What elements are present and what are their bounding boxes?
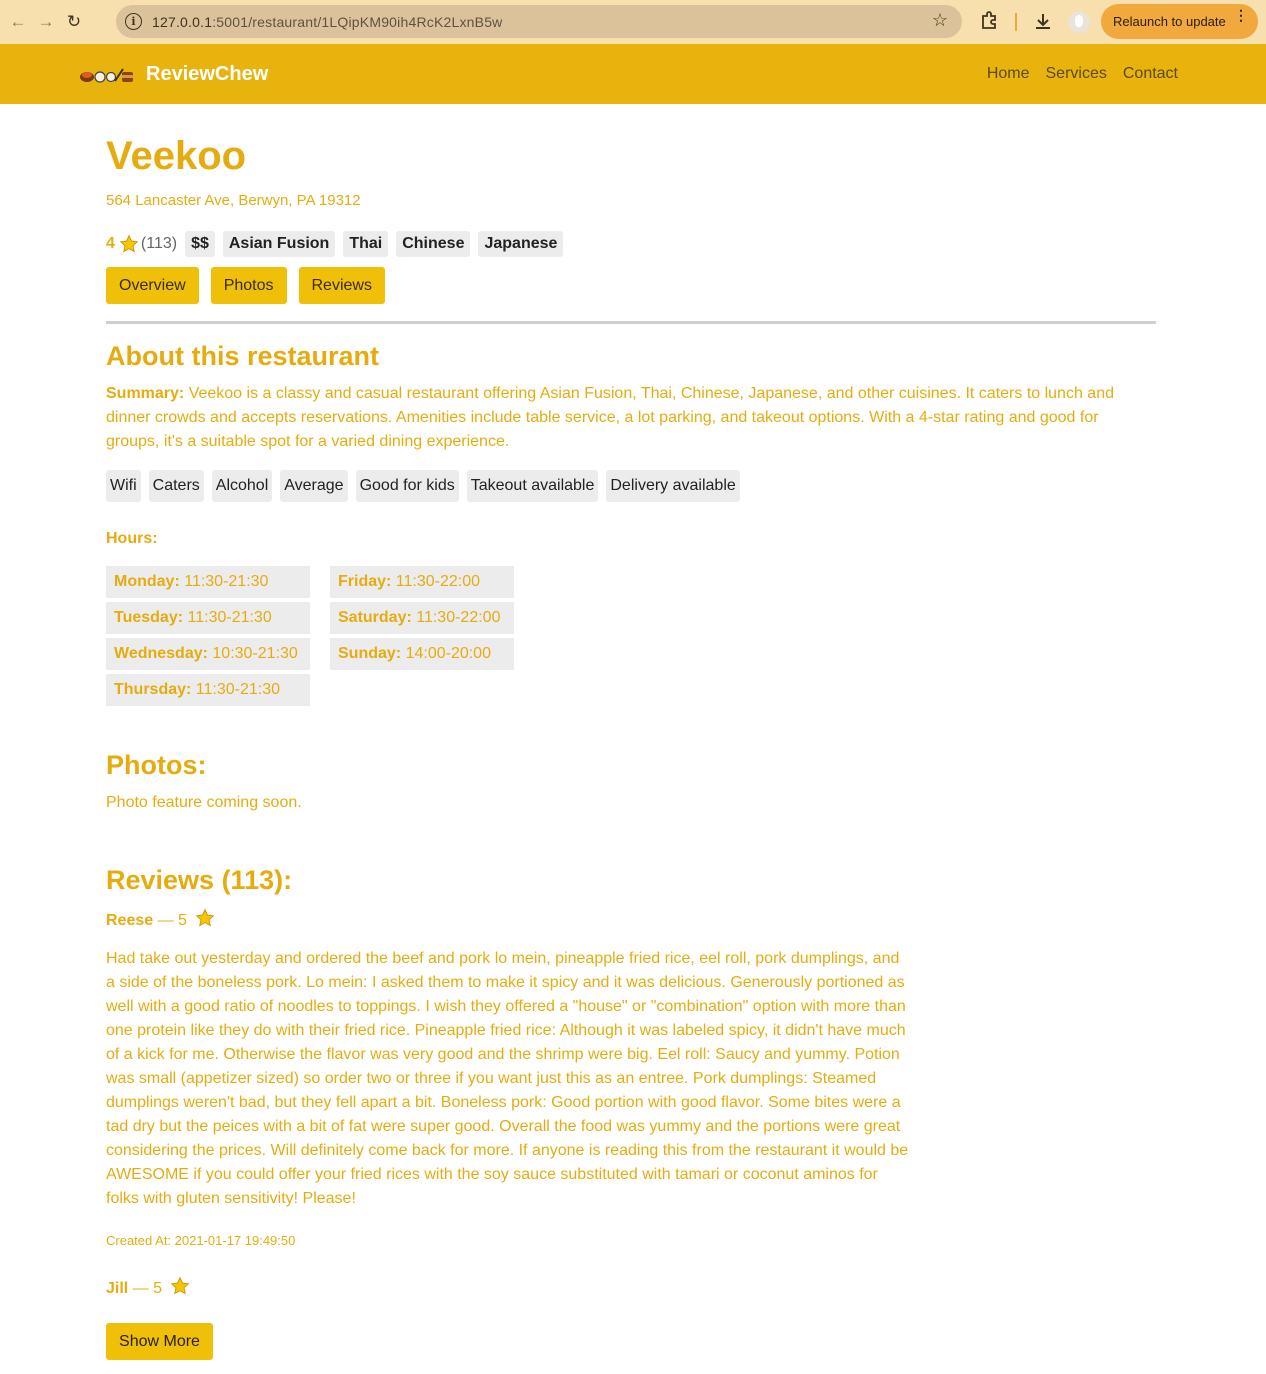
day-time: 14:00-20:00 — [401, 645, 491, 662]
day-label: Tuesday: — [114, 609, 184, 626]
site-navbar: ReviewChew Home Services Contact — [0, 44, 1266, 104]
category-badge: Chinese — [396, 231, 471, 257]
category-badge: Asian Fusion — [222, 231, 336, 257]
hours-grid: Monday: 11:30-21:30 Tuesday: 11:30-21:30… — [106, 566, 514, 706]
browser-toolbar: ← → ↻ i 127.0.0.1:5001/restaurant/1LQipK… — [0, 0, 1266, 44]
tab-reviews[interactable]: Reviews — [298, 267, 385, 304]
day-time: 11:30-22:00 — [391, 573, 481, 590]
review-rating: — 5 — [128, 1280, 163, 1297]
day-label: Friday: — [338, 573, 392, 590]
about-heading: About this restaurant — [106, 341, 380, 371]
section-tabs: Overview Photos Reviews — [106, 267, 385, 304]
review-header: Reese — 5 — [106, 908, 217, 930]
photos-note: Photo feature coming soon. — [106, 794, 302, 811]
review-header: Jill — 5 — [106, 1276, 192, 1298]
hours-row-thursday: Thursday: 11:30-21:30 — [106, 674, 310, 706]
restaurant-address: 564 Lancaster Ave, Berwyn, PA 19312 — [106, 192, 361, 209]
tab-photos[interactable]: Photos — [210, 267, 287, 304]
reviews-heading: Reviews (113): — [106, 865, 293, 895]
day-time: 11:30-22:00 — [411, 609, 501, 626]
forward-arrow-icon[interactable]: → — [32, 8, 60, 36]
nav-link-home[interactable]: Home — [987, 65, 1030, 83]
day-label: Monday: — [114, 573, 180, 590]
url-path: :5001/restaurant/1LQipKM90ih4RcK2LxnB5w — [212, 13, 503, 30]
nav-link-services[interactable]: Services — [1046, 65, 1107, 83]
hours-row-saturday: Saturday: 11:30-22:00 — [330, 602, 514, 634]
day-label: Sunday: — [338, 645, 402, 662]
day-label: Wednesday: — [114, 645, 208, 662]
category-badge: Japanese — [478, 231, 564, 257]
review-rating: — 5 — [153, 912, 187, 929]
hours-label: Hours: — [106, 530, 158, 547]
profile-avatar-icon[interactable] — [1068, 11, 1090, 33]
day-time: 10:30-21:30 — [207, 645, 298, 662]
day-time: 11:30-21:30 — [183, 609, 272, 626]
toolbar-divider — [1015, 13, 1017, 31]
url-host: 127.0.0.1 — [152, 13, 213, 30]
summary-text: Veekoo is a classy and casual restaurant… — [106, 385, 1114, 450]
photos-heading: Photos: — [106, 750, 207, 780]
hours-row-wednesday: Wednesday: 10:30-21:30 — [106, 638, 310, 670]
review-author: Jill — [106, 1280, 129, 1297]
hours-row-monday: Monday: 11:30-21:30 — [106, 566, 310, 598]
amenity-badge: Caters — [148, 470, 204, 502]
restaurant-name: Veekoo — [106, 134, 247, 178]
reload-icon[interactable]: ↻ — [60, 8, 88, 36]
star-icon — [171, 1276, 190, 1295]
day-time: 11:30-21:30 — [179, 573, 269, 590]
category-badge: Thai — [343, 231, 389, 257]
summary-label: Summary: — [106, 385, 185, 402]
amenity-badge: Wifi — [106, 470, 141, 502]
hours-row-tuesday: Tuesday: 11:30-21:30 — [106, 602, 310, 634]
amenity-badge: Average — [280, 470, 348, 502]
hours-row-friday: Friday: 11:30-22:00 — [330, 566, 514, 598]
hours-row-sunday: Sunday: 14:00-20:00 — [330, 638, 514, 670]
day-label: Saturday: — [338, 609, 412, 626]
show-more-button[interactable]: Show More — [106, 1323, 213, 1360]
more-menu-icon[interactable]: ⋮ — [1234, 8, 1248, 22]
amenities-list: Wifi Caters Alcohol Average Good for kid… — [106, 470, 740, 502]
restaurant-meta: 4 (113) $$ Asian Fusion Thai Chinese Jap… — [106, 230, 571, 258]
day-label: Thursday: — [114, 681, 192, 698]
star-icon — [119, 234, 139, 253]
site-info-icon[interactable]: i — [125, 13, 142, 30]
url-text[interactable]: 127.0.0.1:5001/restaurant/1LQipKM90ih4Rc… — [152, 14, 503, 30]
section-divider — [106, 321, 1156, 324]
download-icon[interactable] — [1033, 11, 1053, 31]
food-logo-icon[interactable] — [78, 66, 134, 84]
amenity-badge: Alcohol — [211, 470, 273, 502]
amenity-badge: Takeout available — [466, 470, 599, 502]
relaunch-button[interactable]: Relaunch to update ⋮ — [1101, 4, 1258, 39]
address-bar[interactable]: i 127.0.0.1:5001/restaurant/1LQipKM90ih4… — [116, 5, 962, 38]
day-time: 11:30-21:30 — [191, 681, 281, 698]
extensions-icon[interactable] — [979, 10, 999, 30]
bookmark-star-icon[interactable]: ☆ — [932, 10, 948, 31]
relaunch-label: Relaunch to update — [1113, 14, 1226, 29]
amenity-badge: Good for kids — [355, 470, 459, 502]
review-count: (113) — [140, 235, 178, 252]
review-author: Reese — [106, 912, 154, 929]
rating-value: 4 — [106, 235, 115, 252]
star-icon — [196, 908, 215, 927]
tab-overview[interactable]: Overview — [106, 267, 199, 304]
amenity-badge: Delivery available — [606, 470, 740, 502]
summary-paragraph: Summary: Veekoo is a classy and casual r… — [106, 382, 1146, 454]
brand-name[interactable]: ReviewChew — [146, 63, 268, 86]
nav-links: Home Services Contact — [987, 65, 1178, 83]
review-body: Had take out yesterday and ordered the b… — [106, 950, 909, 1207]
nav-link-contact[interactable]: Contact — [1123, 65, 1178, 83]
back-arrow-icon[interactable]: ← — [4, 8, 32, 36]
price-badge: $$ — [185, 231, 215, 257]
review-created-at: Created At: 2021-01-17 19:49:50 — [106, 1233, 296, 1248]
